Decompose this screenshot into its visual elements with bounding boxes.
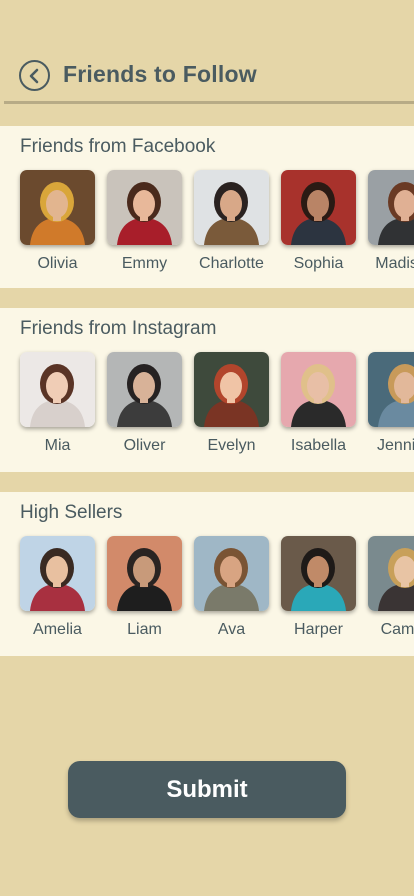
- friend-name: Evelyn: [207, 437, 256, 454]
- friend-avatar[interactable]: [281, 170, 356, 245]
- friend-name: Charlotte: [199, 255, 264, 272]
- friend-card[interactable]: Madison: [368, 170, 414, 273]
- friend-card[interactable]: Amelia: [20, 536, 95, 639]
- friend-card[interactable]: Evelyn: [194, 352, 269, 455]
- friend-name: Mia: [44, 437, 71, 454]
- friend-name: Emmy: [121, 255, 168, 272]
- friend-avatar[interactable]: [107, 170, 182, 245]
- friend-card[interactable]: Liam: [107, 536, 182, 639]
- friend-name: Liam: [127, 621, 162, 638]
- friend-name: Isabella: [290, 437, 347, 454]
- friend-name: Jennifer: [377, 437, 414, 454]
- friend-avatar[interactable]: [20, 170, 95, 245]
- friend-name: Madison: [375, 255, 414, 272]
- friends-row: Mia Oliver Evelyn Isabella Jennifer: [20, 352, 414, 455]
- friend-avatar[interactable]: [281, 536, 356, 611]
- friend-avatar[interactable]: [194, 352, 269, 427]
- friend-avatar[interactable]: [107, 352, 182, 427]
- friend-card[interactable]: Charlotte: [194, 170, 269, 273]
- header-divider: [4, 101, 414, 104]
- friend-card[interactable]: Olivia: [20, 170, 95, 273]
- friend-avatar[interactable]: [281, 352, 356, 427]
- app-header: Friends to Follow: [0, 0, 414, 104]
- friend-name: Sophia: [293, 255, 344, 272]
- friend-avatar[interactable]: [194, 536, 269, 611]
- friend-name: Harper: [294, 621, 343, 638]
- section-high-sellers: High Sellers Amelia Liam Ava Harper Camila: [0, 492, 414, 656]
- friend-avatar[interactable]: [368, 352, 414, 427]
- section-facebook-friends: Friends from Facebook Olivia Emmy Charlott…: [0, 126, 414, 288]
- friend-avatar[interactable]: [368, 170, 414, 245]
- friend-card[interactable]: Harper: [281, 536, 356, 639]
- friend-name: Ava: [217, 621, 246, 638]
- section-instagram-friends: Friends from Instagram Mia Oliver Evelyn Is…: [0, 308, 414, 472]
- friend-card[interactable]: Oliver: [107, 352, 182, 455]
- friends-row: Amelia Liam Ava Harper Camila: [20, 536, 414, 639]
- page-title: Friends to Follow: [63, 61, 257, 87]
- friend-card[interactable]: Ava: [194, 536, 269, 639]
- friend-name: Olivia: [37, 255, 78, 272]
- section-title: Friends from Instagram: [20, 318, 217, 339]
- chevron-left-icon: [29, 68, 38, 83]
- submit-button[interactable]: Submit: [68, 761, 346, 818]
- friend-name: Amelia: [33, 621, 82, 638]
- section-title: Friends from Facebook: [20, 136, 216, 157]
- friends-row: Olivia Emmy Charlotte Sophia Madison: [20, 170, 414, 273]
- back-button[interactable]: [19, 60, 50, 91]
- friend-card[interactable]: Jennifer: [368, 352, 414, 455]
- friend-avatar[interactable]: [194, 170, 269, 245]
- friend-avatar[interactable]: [107, 536, 182, 611]
- friend-card[interactable]: Emmy: [107, 170, 182, 273]
- friend-avatar[interactable]: [368, 536, 414, 611]
- friend-name: Oliver: [123, 437, 166, 454]
- friend-card[interactable]: Sophia: [281, 170, 356, 273]
- friend-card[interactable]: Isabella: [281, 352, 356, 455]
- friend-avatar[interactable]: [20, 536, 95, 611]
- friend-card[interactable]: Camila: [368, 536, 414, 639]
- friend-card[interactable]: Mia: [20, 352, 95, 455]
- section-title: High Sellers: [20, 502, 123, 523]
- friend-name: Camila: [380, 621, 414, 638]
- friend-avatar[interactable]: [20, 352, 95, 427]
